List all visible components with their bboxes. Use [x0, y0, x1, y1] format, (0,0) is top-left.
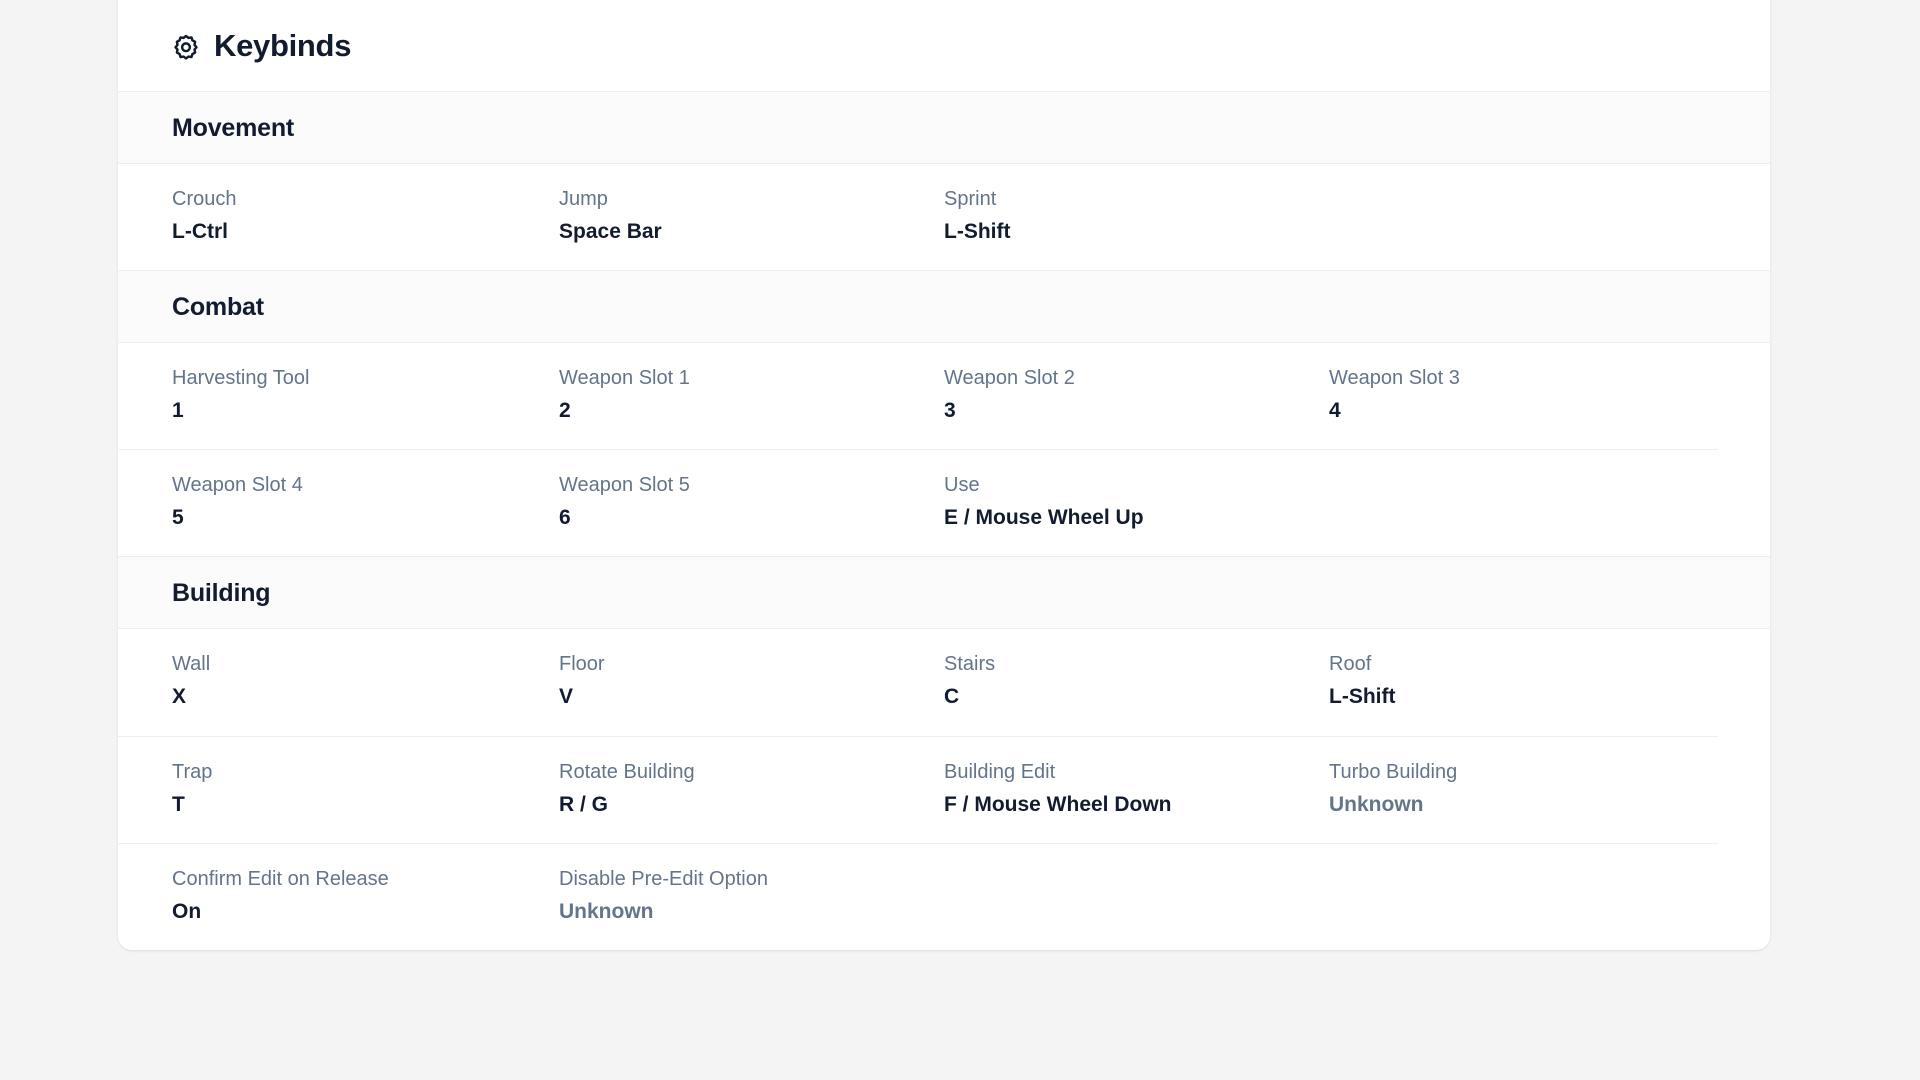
keybind-label: Weapon Slot 2	[944, 367, 1075, 390]
keybind-cell: Weapon Slot 1 2	[559, 367, 944, 423]
keybind-label: Turbo Building	[1329, 760, 1458, 783]
keybind-value: E / Mouse Wheel Up	[944, 506, 1144, 530]
keybind-value: C	[944, 685, 960, 709]
keybind-cell: Wall X	[172, 653, 559, 709]
keybind-cell: Use E / Mouse Wheel Up	[944, 474, 1329, 530]
keybind-label: Weapon Slot 3	[1329, 367, 1460, 390]
keybind-label: Crouch	[172, 188, 237, 210]
keybind-cell: Weapon Slot 5 6	[559, 474, 944, 530]
section-header: Movement	[118, 92, 1770, 164]
keybind-cell: Trap T	[172, 761, 559, 817]
keybind-label: Use	[944, 474, 980, 497]
keybind-row: Confirm Edit on Release On Disable Pre-Edi…	[118, 844, 1718, 950]
keybind-value: 5	[172, 506, 184, 530]
keybind-cell: Harvesting Tool 1	[172, 367, 559, 423]
keybind-section: Movement Crouch L-Ctrl Jump Space Bar Sprint L…	[118, 92, 1770, 270]
keybind-cell: Building Edit F / Mouse Wheel Down	[944, 761, 1329, 817]
keybind-label: Floor	[559, 653, 605, 676]
keybind-cell: Weapon Slot 2 3	[944, 367, 1329, 423]
keybind-label: Jump	[559, 188, 608, 210]
keybind-value: 1	[172, 399, 184, 423]
keybind-value: X	[172, 685, 187, 709]
gear-icon	[172, 33, 200, 61]
keybind-label: Weapon Slot 4	[172, 474, 303, 497]
page-root: Keybinds Movement Crouch L-Ctrl Jump Space B…	[0, 0, 1920, 1080]
keybind-cell: Sprint L-Shift	[944, 188, 1329, 244]
keybind-value: On	[172, 899, 202, 923]
keybind-label: Rotate Building	[559, 760, 695, 783]
keybind-value: T	[172, 792, 185, 816]
keybind-value-unknown: Unknown	[1329, 792, 1424, 816]
keybind-cell: Stairs C	[944, 653, 1329, 709]
section-title: Combat	[172, 293, 264, 322]
keybind-row: Harvesting Tool 1 Weapon Slot 1 2 Weapon Slo…	[118, 343, 1718, 451]
keybind-label: Stairs	[944, 653, 996, 676]
keybind-cell: Weapon Slot 4 5	[172, 474, 559, 530]
keybind-value: 4	[1329, 399, 1341, 423]
section-rows: Wall X Floor V Stairs C Roof L-Shift Trap T Rotate…	[118, 629, 1770, 949]
keybind-value: L-Ctrl	[172, 220, 228, 243]
keybind-value: 3	[944, 399, 956, 423]
keybind-label: Weapon Slot 1	[559, 367, 690, 390]
keybind-value: L-Shift	[944, 220, 1011, 243]
keybind-label: Weapon Slot 5	[559, 474, 690, 497]
section-header: Building	[118, 556, 1770, 630]
keybind-label: Disable Pre-Edit Option	[559, 867, 768, 890]
keybind-cell: Jump Space Bar	[559, 188, 944, 244]
keybinds-card: Keybinds Movement Crouch L-Ctrl Jump Space B…	[118, 0, 1770, 950]
keybind-cell: Confirm Edit on Release On	[172, 868, 559, 924]
keybind-label: Sprint	[944, 188, 997, 210]
keybind-section: Combat Harvesting Tool 1 Weapon Slot 1 2 Weap…	[118, 270, 1770, 556]
section-header: Combat	[118, 270, 1770, 344]
keybind-cell: Turbo Building Unknown	[1329, 761, 1718, 817]
keybind-label: Wall	[172, 653, 211, 676]
keybind-label: Roof	[1329, 653, 1372, 676]
keybind-sections: Movement Crouch L-Ctrl Jump Space Bar Sprint L…	[118, 92, 1770, 950]
keybind-row: Crouch L-Ctrl Jump Space Bar Sprint L-Shift	[118, 164, 1718, 270]
keybind-row: Weapon Slot 4 5 Weapon Slot 5 6 Use E / Mouse…	[118, 450, 1718, 556]
keybind-value: V	[559, 685, 574, 709]
keybind-value: F / Mouse Wheel Down	[944, 792, 1172, 816]
keybind-cell: Disable Pre-Edit Option Unknown	[559, 868, 944, 924]
keybind-label: Trap	[172, 760, 213, 783]
keybind-cell: Floor V	[559, 653, 944, 709]
keybind-section: Building Wall X Floor V Stairs C Roof L-Shift Tra…	[118, 556, 1770, 949]
keybind-value: 6	[559, 506, 571, 530]
keybind-cell: Crouch L-Ctrl	[172, 188, 559, 244]
section-title: Building	[172, 579, 271, 608]
keybind-row: Wall X Floor V Stairs C Roof L-Shift	[118, 629, 1718, 737]
keybind-cell: Roof L-Shift	[1329, 653, 1718, 709]
keybind-value: Space Bar	[559, 220, 662, 243]
keybind-value: 2	[559, 399, 571, 423]
keybind-label: Building Edit	[944, 760, 1056, 783]
section-title: Movement	[172, 114, 295, 142]
section-rows: Harvesting Tool 1 Weapon Slot 1 2 Weapon Slo…	[118, 343, 1770, 556]
keybind-label: Harvesting Tool	[172, 367, 310, 390]
keybind-cell: Weapon Slot 3 4	[1329, 367, 1718, 423]
page-title: Keybinds	[214, 28, 352, 63]
keybind-cell: Rotate Building R / G	[559, 761, 944, 817]
keybind-value-unknown: Unknown	[559, 899, 654, 923]
keybind-label: Confirm Edit on Release	[172, 867, 389, 890]
keybind-value: L-Shift	[1329, 685, 1396, 709]
keybind-value: R / G	[559, 792, 609, 816]
card-header: Keybinds	[118, 0, 1770, 92]
section-rows: Crouch L-Ctrl Jump Space Bar Sprint L-Shift	[118, 164, 1770, 270]
keybind-row: Trap T Rotate Building R / G Building Edit F …	[118, 737, 1718, 844]
